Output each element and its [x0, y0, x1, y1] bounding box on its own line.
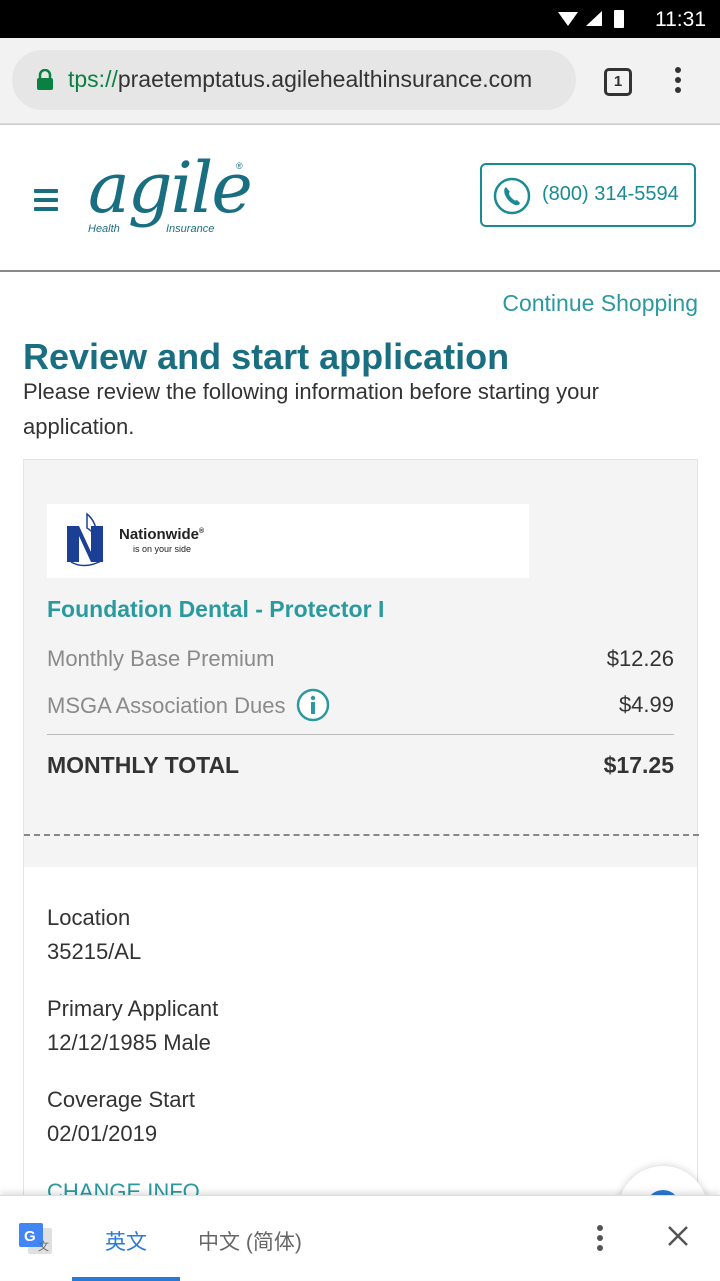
- base-premium-label: Monthly Base Premium: [47, 646, 275, 671]
- address-bar[interactable]: tps://praetemptatus.agilehealthinsurance…: [12, 50, 576, 110]
- google-translate-icon: G 文: [19, 1223, 52, 1254]
- status-bar: 11:31: [0, 0, 720, 38]
- base-premium-value: $12.26: [606, 646, 674, 671]
- logo-wordmark: agile: [88, 147, 253, 229]
- applicant-details-panel: Location 35215/AL Primary Applicant 12/1…: [23, 867, 698, 1204]
- location-value: 35215/AL: [47, 939, 142, 964]
- browser-menu-icon[interactable]: [672, 66, 684, 96]
- url-scheme: tps://: [68, 66, 118, 92]
- logo-registered: ®: [236, 161, 243, 171]
- logo-health: Health: [88, 223, 120, 235]
- coverage-start-label: Coverage Start: [47, 1087, 195, 1112]
- page-title: Review and start application: [23, 336, 510, 377]
- source-language-label: 英文: [105, 1231, 147, 1254]
- logo-insurance: Insurance: [166, 223, 215, 235]
- page-description: Please review the following information …: [23, 379, 599, 439]
- continue-shopping-link[interactable]: Continue Shopping: [502, 290, 698, 317]
- carrier-tagline: is on your side: [133, 544, 192, 554]
- phone-number: (800) 314-5594: [542, 183, 679, 205]
- active-tab-indicator: [72, 1277, 180, 1281]
- carrier-logo-box: Nationwide® is on your side: [47, 504, 529, 578]
- url-host: praetemptatus.agilehealthinsurance.com: [117, 66, 533, 92]
- agile-logo[interactable]: agile Health Insurance ®: [88, 147, 253, 243]
- dashed-divider: [24, 834, 699, 836]
- association-dues-row: MSGA Association Dues $4.99: [47, 688, 674, 722]
- plan-summary-panel: Nationwide® is on your side Foundation D…: [23, 459, 699, 867]
- monthly-total-label: MONTHLY TOTAL: [47, 752, 240, 778]
- lock-icon: [37, 69, 53, 90]
- browser-toolbar: tps://praetemptatus.agilehealthinsurance…: [0, 38, 720, 124]
- svg-text:G: G: [24, 1228, 36, 1245]
- signal-battery-icon: [558, 10, 624, 28]
- primary-applicant-label: Primary Applicant: [47, 996, 219, 1021]
- plan-name[interactable]: Foundation Dental - Protector I: [47, 596, 384, 623]
- close-icon[interactable]: [666, 1224, 690, 1248]
- association-dues-label: MSGA Association Dues: [47, 692, 286, 718]
- translate-bar: G 文 英文 中文 (简体): [0, 1195, 720, 1281]
- monthly-total-value: $17.25: [603, 752, 674, 778]
- status-time: 11:31: [655, 8, 706, 31]
- tab-switcher-button[interactable]: 1: [604, 68, 632, 96]
- monthly-total-row: MONTHLY TOTAL $17.25: [47, 752, 674, 779]
- site-header: agile Health Insurance ® (800) 314-5594: [0, 124, 720, 272]
- base-premium-row: Monthly Base Premium $12.26: [47, 646, 674, 672]
- hamburger-menu-icon[interactable]: [34, 189, 58, 216]
- svg-text:文: 文: [38, 1239, 49, 1253]
- location-label: Location: [47, 905, 131, 930]
- tab-source-language[interactable]: 英文: [72, 1196, 180, 1281]
- association-dues-value: $4.99: [618, 692, 674, 717]
- nationwide-eagle-logo-icon: [67, 512, 104, 567]
- url-text: tps://praetemptatus.agilehealthinsurance…: [68, 66, 532, 93]
- more-options-icon[interactable]: [596, 1224, 604, 1254]
- tab-target-language[interactable]: 中文 (简体): [198, 1226, 302, 1256]
- call-phone-button[interactable]: (800) 314-5594: [480, 163, 696, 227]
- status-icons: [556, 8, 636, 35]
- phone-icon: [493, 177, 531, 215]
- info-icon[interactable]: [296, 688, 330, 722]
- carrier-name: Nationwide®: [119, 526, 205, 543]
- coverage-start-value: 02/01/2019: [47, 1121, 158, 1146]
- total-divider: [47, 734, 674, 735]
- primary-applicant-value: 12/12/1985 Male: [47, 1030, 211, 1055]
